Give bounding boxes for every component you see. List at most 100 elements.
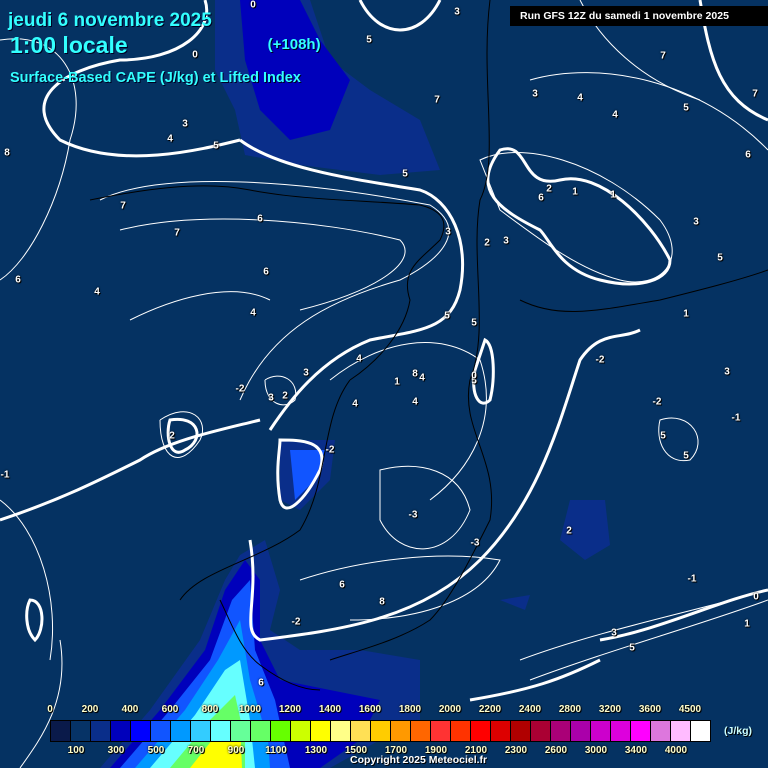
map-subtitle: Surface-Based CAPE (J/kg) et Lifted Inde… [10, 70, 301, 86]
legend-tick: 2000 [438, 704, 462, 715]
legend-tick: 4500 [678, 704, 702, 715]
run-info: Run GFS 12Z du samedi 1 novembre 2025 [510, 6, 768, 26]
lifted-index-label: 1 [394, 376, 400, 388]
lifted-index-label: 5 [660, 430, 666, 442]
legend-swatch [111, 721, 131, 741]
lifted-index-label: -2 [652, 396, 662, 408]
legend-swatch [211, 721, 231, 741]
lifted-index-label: 3 [693, 216, 699, 228]
legend-swatch [271, 721, 291, 741]
legend-unit: (J/kg) [724, 725, 753, 737]
lifted-index-label: 4 [356, 353, 362, 365]
local-time: 1:00 locale [10, 32, 128, 58]
lifted-index-label: 1 [610, 189, 616, 201]
legend-swatch [511, 721, 531, 741]
legend-tick: 300 [107, 745, 125, 756]
lifted-index-label: 5 [213, 140, 219, 152]
legend-swatch [471, 721, 491, 741]
lifted-index-label: 1 [683, 308, 689, 320]
lifted-index-label: 6 [339, 579, 345, 591]
lifted-index-label: 4 [250, 307, 256, 319]
lifted-index-label: 8 [379, 596, 385, 608]
legend-tick: 0 [47, 704, 53, 715]
lifted-index-label: 3 [611, 627, 617, 639]
legend-tick: 3600 [638, 704, 662, 715]
lifted-index-label: -2 [291, 616, 301, 628]
legend-swatch [251, 721, 271, 741]
legend-tick: 3200 [598, 704, 622, 715]
legend-tick: 1200 [278, 704, 302, 715]
legend-swatch [391, 721, 411, 741]
legend-tick: 900 [227, 745, 245, 756]
legend-tick: 1800 [398, 704, 422, 715]
legend-tick: 2600 [544, 745, 568, 756]
legend-swatch [191, 721, 211, 741]
legend-swatch [311, 721, 331, 741]
forecast-time: 1:00 locale (+108h) [10, 32, 321, 59]
lifted-index-label: 5 [444, 310, 450, 322]
legend-tick: 800 [201, 704, 219, 715]
legend-tick: 100 [67, 745, 85, 756]
legend-swatch [351, 721, 371, 741]
lifted-index-label: 4 [94, 286, 100, 298]
legend-swatch [151, 721, 171, 741]
legend-tick: 3000 [584, 745, 608, 756]
copyright: Copyright 2025 Meteociel.fr [350, 754, 488, 766]
legend-swatch [411, 721, 431, 741]
legend-tick: 2400 [518, 704, 542, 715]
legend-swatch [631, 721, 651, 741]
lifted-index-label: 3 [454, 6, 460, 18]
legend-tick: 400 [121, 704, 139, 715]
lifted-index-label: 6 [263, 266, 269, 278]
legend-swatch [171, 721, 191, 741]
lifted-index-label: 2 [169, 430, 175, 442]
legend-swatch [71, 721, 91, 741]
lifted-index-label: 5 [683, 102, 689, 114]
lifted-index-label: -2 [595, 354, 605, 366]
legend-tick: 2300 [504, 745, 528, 756]
legend-tick: 1600 [358, 704, 382, 715]
lifted-index-label: 1 [572, 186, 578, 198]
lifted-index-label: 5 [629, 642, 635, 654]
lifted-index-label: -3 [470, 537, 480, 549]
lifted-index-label: 8 [4, 147, 10, 159]
legend-tick: 4000 [664, 745, 688, 756]
lifted-index-label: 5 [471, 317, 477, 329]
lifted-index-label: 0 [250, 0, 256, 11]
legend-tick: 1400 [318, 704, 342, 715]
legend-swatch [611, 721, 631, 741]
legend-swatch [331, 721, 351, 741]
lifted-index-label: -3 [408, 509, 418, 521]
cape-map [0, 0, 768, 768]
lifted-index-label: 5 [366, 34, 372, 46]
lifted-index-label: 0 [192, 49, 198, 61]
lifted-index-label: 6 [258, 677, 264, 689]
legend-swatch [651, 721, 671, 741]
lifted-index-label: 2 [546, 183, 552, 195]
legend-tick: 3400 [624, 745, 648, 756]
lifted-index-label: 4 [167, 133, 173, 145]
lifted-index-label: 6 [15, 274, 21, 286]
lifted-index-label: 3 [532, 88, 538, 100]
legend-swatch [491, 721, 511, 741]
legend-tick: 700 [187, 745, 205, 756]
lifted-index-label: 7 [752, 88, 758, 100]
lifted-index-label: 3 [268, 392, 274, 404]
legend-swatch [671, 721, 691, 741]
lifted-index-label: -1 [687, 573, 697, 585]
lifted-index-label: 0 [753, 591, 759, 603]
legend-swatch [591, 721, 611, 741]
lifted-index-label: 2 [282, 390, 288, 402]
lifted-index-label: -2 [325, 444, 335, 456]
legend-tick: 600 [161, 704, 179, 715]
lifted-index-label: 1 [744, 618, 750, 630]
cape-legend-bar [50, 720, 711, 742]
lifted-index-label: 2 [484, 237, 490, 249]
lead-time: (+108h) [267, 36, 321, 53]
legend-tick: 2200 [478, 704, 502, 715]
legend-tick: 1300 [304, 745, 328, 756]
legend-swatch [131, 721, 151, 741]
lifted-index-label: 4 [612, 109, 618, 121]
legend-swatch [91, 721, 111, 741]
lifted-index-label: 7 [174, 227, 180, 239]
